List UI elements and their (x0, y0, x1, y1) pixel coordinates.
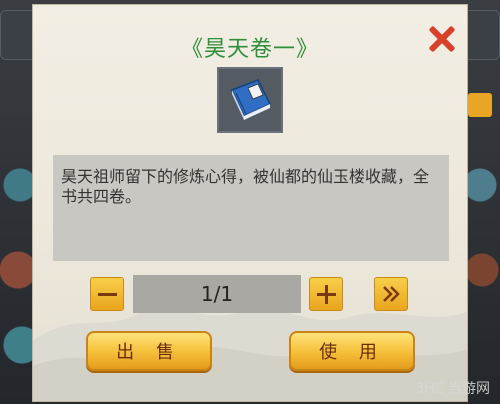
item-title: 《昊天卷一》 (180, 37, 319, 62)
use-button[interactable]: 使 用 (289, 331, 415, 371)
item-detail-panel: 《昊天卷一》 昊天祖师留下的修炼心得，被仙都的仙玉楼收藏，全书共四卷。 1/1 … (32, 4, 468, 402)
side-plus-button[interactable] (468, 93, 492, 117)
close-icon[interactable] (427, 25, 455, 53)
quantity-display: 1/1 (133, 275, 301, 313)
double-chevron-right-icon (383, 286, 400, 302)
increase-quantity-button[interactable] (309, 277, 343, 311)
site-watermark: 3HE 当游网 (415, 381, 490, 397)
max-quantity-button[interactable] (374, 277, 408, 311)
sell-button[interactable]: 出 售 (86, 331, 212, 371)
item-icon-frame (217, 67, 283, 133)
decrease-quantity-button[interactable] (90, 277, 124, 311)
blue-book-icon (230, 79, 272, 120)
item-description: 昊天祖师留下的修炼心得，被仙都的仙玉楼收藏，全书共四卷。 (53, 155, 449, 261)
